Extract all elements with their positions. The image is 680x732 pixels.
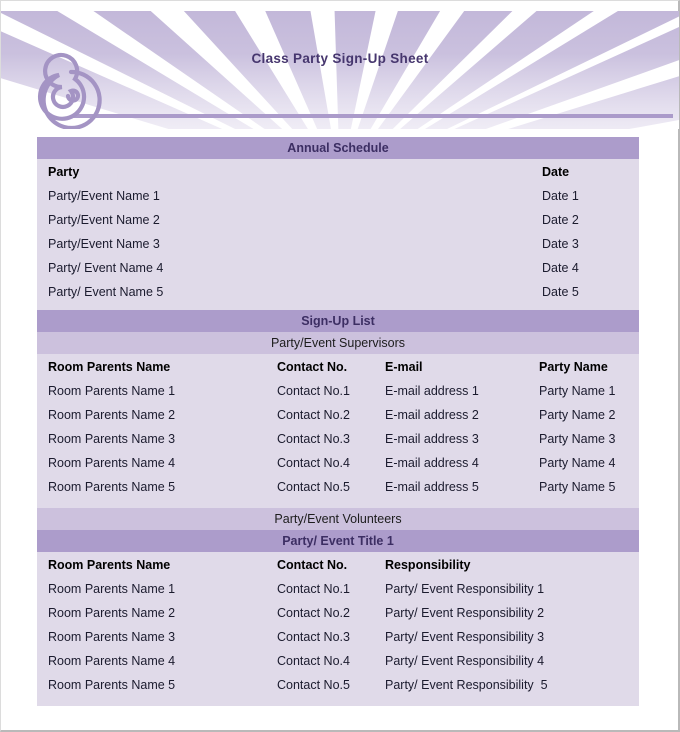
cell-name: Room Parents Name 3 bbox=[48, 630, 176, 644]
cell-name: Room Parents Name 3 bbox=[48, 432, 176, 446]
column-header-room-parents-name: Room Parents Name bbox=[48, 359, 171, 374]
cell-responsibility: Party/ Event Responsibility 5 bbox=[385, 678, 548, 692]
table-header-row: Room Parents Name Contact No. E-mail Par… bbox=[37, 354, 639, 379]
table-row: Room Parents Name 5 Contact No.5 Party/ … bbox=[37, 673, 639, 697]
cell-contact: Contact No.4 bbox=[277, 654, 350, 668]
cell-date: Date 1 bbox=[542, 189, 579, 203]
cell-contact: Contact No.2 bbox=[277, 408, 350, 422]
cell-name: Room Parents Name 1 bbox=[48, 582, 176, 596]
banner-rule bbox=[73, 114, 673, 118]
cell-name: Room Parents Name 4 bbox=[48, 456, 176, 470]
table-row: Room Parents Name 2 Contact No.2 Party/ … bbox=[37, 601, 639, 625]
cell-date: Date 2 bbox=[542, 213, 579, 227]
table-row: Room Parents Name 1 Contact No.1 Party/ … bbox=[37, 577, 639, 601]
table-row: Room Parents Name 3 Contact No.3 E-mail … bbox=[37, 427, 639, 451]
cell-contact: Contact No.5 bbox=[277, 480, 350, 494]
cell-email: E-mail address 2 bbox=[385, 408, 479, 422]
cell-date: Date 3 bbox=[542, 237, 579, 251]
cell-name: Room Parents Name 1 bbox=[48, 384, 176, 398]
cell-name: Room Parents Name 4 bbox=[48, 654, 176, 668]
section-spacer bbox=[37, 499, 639, 508]
table-row: Room Parents Name 2 Contact No.2 E-mail … bbox=[37, 403, 639, 427]
subsection-header-supervisors: Party/Event Supervisors bbox=[37, 332, 639, 354]
subsection-header-volunteers: Party/Event Volunteers bbox=[37, 508, 639, 530]
cell-name: Room Parents Name 2 bbox=[48, 606, 176, 620]
cell-contact: Contact No.3 bbox=[277, 432, 350, 446]
cell-party-name: Party Name 1 bbox=[539, 384, 616, 398]
cell-responsibility: Party/ Event Responsibility 4 bbox=[385, 654, 545, 668]
section-header-signup-list: Sign-Up List bbox=[37, 310, 639, 332]
cell-party: Party/ Event Name 4 bbox=[48, 261, 164, 275]
cell-responsibility: Party/ Event Responsibility 2 bbox=[385, 606, 545, 620]
cell-email: E-mail address 4 bbox=[385, 456, 479, 470]
cell-party-name: Party Name 3 bbox=[539, 432, 616, 446]
sunburst-graphic bbox=[1, 11, 679, 129]
table-row: Party/ Event Name 5 Date 5 bbox=[37, 280, 639, 304]
cell-contact: Contact No.4 bbox=[277, 456, 350, 470]
bottom-spacer bbox=[37, 697, 639, 706]
cell-name: Room Parents Name 5 bbox=[48, 678, 176, 692]
cell-party: Party/Event Name 1 bbox=[48, 189, 160, 203]
table-row: Room Parents Name 4 Contact No.4 Party/ … bbox=[37, 649, 639, 673]
cell-name: Room Parents Name 2 bbox=[48, 408, 176, 422]
cell-date: Date 5 bbox=[542, 285, 579, 299]
volunteers-table: Room Parents Name Contact No. Responsibi… bbox=[37, 552, 639, 697]
table-row: Party/ Event Name 4 Date 4 bbox=[37, 256, 639, 280]
cell-contact: Contact No.5 bbox=[277, 678, 350, 692]
cell-name: Room Parents Name 5 bbox=[48, 480, 176, 494]
cell-email: E-mail address 3 bbox=[385, 432, 479, 446]
cell-party-name: Party Name 5 bbox=[539, 480, 616, 494]
cell-party: Party/Event Name 2 bbox=[48, 213, 160, 227]
column-header-room-parents-name: Room Parents Name bbox=[48, 557, 171, 572]
cell-email: E-mail address 5 bbox=[385, 480, 479, 494]
cell-date: Date 4 bbox=[542, 261, 579, 275]
document-page: Class Party Sign-Up Sheet Annual Schedul… bbox=[0, 0, 680, 732]
event-title-header: Party/ Event Title 1 bbox=[37, 530, 639, 552]
cell-party-name: Party Name 4 bbox=[539, 456, 616, 470]
column-header-party-name: Party Name bbox=[539, 359, 608, 374]
column-header-party: Party bbox=[48, 164, 80, 179]
column-header-date: Date bbox=[542, 164, 570, 179]
cell-responsibility: Party/ Event Responsibility 3 bbox=[385, 630, 545, 644]
signup-sheet: Annual Schedule Party Date Party/Event N… bbox=[37, 137, 639, 706]
table-header-row: Room Parents Name Contact No. Responsibi… bbox=[37, 552, 639, 577]
table-row: Party/Event Name 2 Date 2 bbox=[37, 208, 639, 232]
table-row: Room Parents Name 4 Contact No.4 E-mail … bbox=[37, 451, 639, 475]
cell-contact: Contact No.1 bbox=[277, 582, 350, 596]
section-header-annual-schedule: Annual Schedule bbox=[37, 137, 639, 159]
table-row: Party/Event Name 3 Date 3 bbox=[37, 232, 639, 256]
column-header-responsibility: Responsibility bbox=[385, 557, 471, 572]
cell-party: Party/ Event Name 5 bbox=[48, 285, 164, 299]
cell-party: Party/Event Name 3 bbox=[48, 237, 160, 251]
column-header-email: E-mail bbox=[385, 359, 423, 374]
table-row: Room Parents Name 5 Contact No.5 E-mail … bbox=[37, 475, 639, 499]
header-banner: Class Party Sign-Up Sheet bbox=[1, 11, 679, 129]
column-header-contact-no: Contact No. bbox=[277, 557, 348, 572]
table-header-row: Party Date bbox=[37, 159, 639, 184]
table-row: Room Parents Name 1 Contact No.1 E-mail … bbox=[37, 379, 639, 403]
cell-responsibility: Party/ Event Responsibility 1 bbox=[385, 582, 545, 596]
cell-email: E-mail address 1 bbox=[385, 384, 479, 398]
cell-contact: Contact No.1 bbox=[277, 384, 350, 398]
cell-party-name: Party Name 2 bbox=[539, 408, 616, 422]
column-header-contact-no: Contact No. bbox=[277, 359, 348, 374]
cell-contact: Contact No.3 bbox=[277, 630, 350, 644]
table-row: Party/Event Name 1 Date 1 bbox=[37, 184, 639, 208]
cell-contact: Contact No.2 bbox=[277, 606, 350, 620]
table-row: Room Parents Name 3 Contact No.3 Party/ … bbox=[37, 625, 639, 649]
annual-schedule-table: Party Date Party/Event Name 1 Date 1 Par… bbox=[37, 159, 639, 304]
supervisors-table: Room Parents Name Contact No. E-mail Par… bbox=[37, 354, 639, 499]
